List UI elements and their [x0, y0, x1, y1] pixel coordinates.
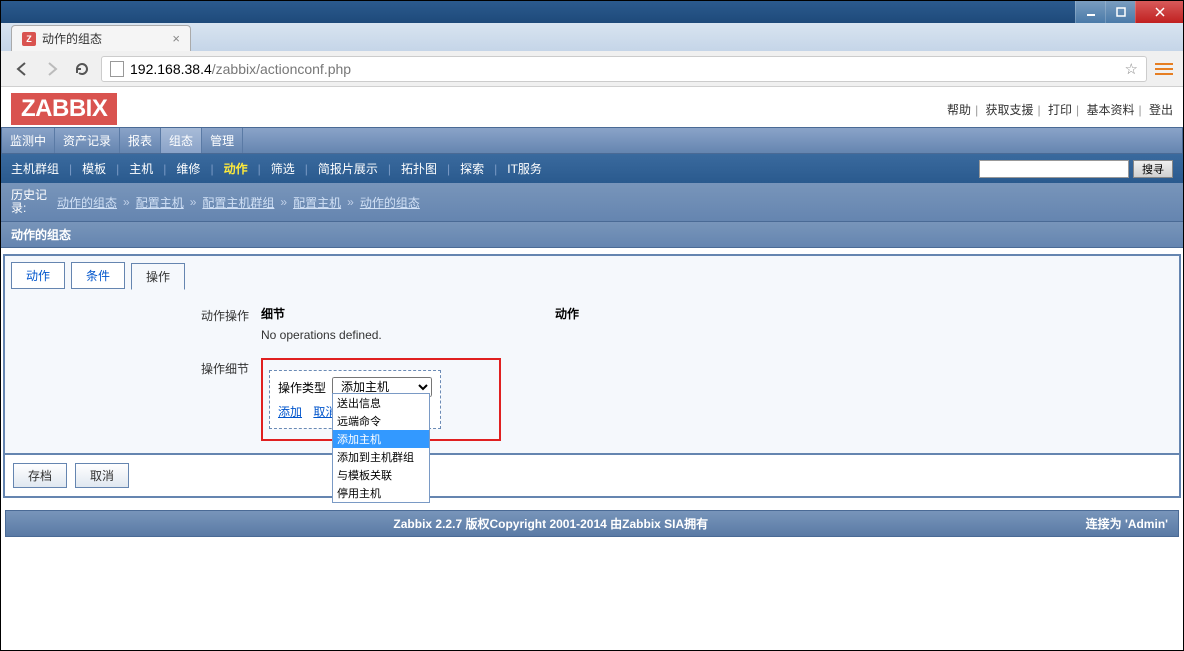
browser-tab-strip: Z 动作的组态 ×	[1, 23, 1183, 51]
nav2-item[interactable]: 维修	[176, 158, 200, 179]
tab-close-icon[interactable]: ×	[172, 31, 180, 46]
secondary-nav: 主机群组| 模板| 主机| 维修| 动作| 筛选| 简报片展示| 拓扑图| 探索…	[1, 154, 1183, 183]
col-action: 动作	[555, 305, 579, 322]
url-text: 192.168.38.4/zabbix/actionconf.php	[130, 61, 351, 77]
link-support[interactable]: 获取支援	[986, 103, 1034, 117]
link-print[interactable]: 打印	[1048, 103, 1072, 117]
breadcrumb-link[interactable]: 动作的组态	[57, 194, 117, 211]
nav2-item[interactable]: IT服务	[507, 158, 542, 179]
cancel-button[interactable]: 取消	[75, 463, 129, 488]
config-panel: 动作 条件 操作 动作操作 细节 动作 No operations define…	[3, 254, 1181, 455]
nav2-item[interactable]: 拓扑图	[401, 158, 437, 179]
breadcrumb-link[interactable]: 动作的组态	[360, 194, 420, 211]
nav1-item[interactable]: 管理	[202, 128, 243, 153]
row-operation-detail: 操作细节 操作类型 添加主机 添加 取消	[11, 352, 1173, 447]
breadcrumb-label: 历史记录:	[11, 189, 51, 215]
primary-nav: 监测中 资产记录 报表 组态 管理	[1, 127, 1183, 154]
address-bar[interactable]: 192.168.38.4/zabbix/actionconf.php ☆	[101, 56, 1147, 82]
breadcrumb: 历史记录: 动作的组态» 配置主机» 配置主机群组» 配置主机» 动作的组态	[1, 183, 1183, 221]
browser-tab[interactable]: Z 动作的组态 ×	[11, 25, 191, 51]
label-op-detail: 操作细节	[11, 358, 261, 441]
tab-title: 动作的组态	[42, 30, 102, 47]
label-action-ops: 动作操作	[11, 305, 261, 346]
option-send-message[interactable]: 送出信息	[333, 394, 429, 412]
breadcrumb-link[interactable]: 配置主机群组	[202, 194, 274, 211]
search-box: 搜寻	[979, 160, 1173, 178]
footer: Zabbix 2.2.7 版权Copyright 2001-2014 由Zabb…	[5, 510, 1179, 537]
footer-status: 连接为 'Admin'	[1086, 515, 1168, 532]
option-disable-host[interactable]: 停用主机	[333, 484, 429, 502]
option-link-template[interactable]: 与模板关联	[333, 466, 429, 484]
section-title: 动作的组态	[1, 221, 1183, 248]
window-minimize-button[interactable]	[1075, 1, 1105, 23]
option-add-to-hostgroup[interactable]: 添加到主机群组	[333, 448, 429, 466]
save-button[interactable]: 存档	[13, 463, 67, 488]
option-remote-command[interactable]: 远端命令	[333, 412, 429, 430]
link-logout[interactable]: 登出	[1149, 103, 1173, 117]
nav1-item[interactable]: 组态	[161, 128, 202, 153]
tab-action[interactable]: 动作	[11, 262, 65, 289]
window-close-button[interactable]	[1135, 1, 1183, 23]
ops-empty-text: No operations defined.	[261, 324, 1173, 346]
zabbix-logo: ZABBIX	[11, 93, 117, 125]
nav1-item[interactable]: 报表	[120, 128, 161, 153]
nav2-item[interactable]: 动作	[224, 158, 248, 179]
nav1-item[interactable]: 资产记录	[55, 128, 120, 153]
breadcrumb-link[interactable]: 配置主机	[293, 194, 341, 211]
zabbix-favicon: Z	[22, 32, 36, 46]
nav2-item[interactable]: 模板	[82, 158, 106, 179]
nav2-item[interactable]: 探索	[460, 158, 484, 179]
bookmark-star-icon[interactable]: ☆	[1125, 60, 1138, 78]
page-icon	[110, 61, 124, 77]
nav2-item[interactable]: 主机群组	[11, 158, 59, 179]
operation-type-dropdown: 送出信息 远端命令 添加主机 添加到主机群组 与模板关联 停用主机	[332, 393, 430, 503]
app-header: ZABBIX 帮助| 获取支援| 打印| 基本资料| 登出	[1, 87, 1183, 127]
breadcrumb-link[interactable]: 配置主机	[136, 194, 184, 211]
link-profile[interactable]: 基本资料	[1087, 103, 1135, 117]
nav2-item[interactable]: 主机	[129, 158, 153, 179]
ops-table-header: 细节 动作	[261, 305, 1173, 322]
link-add-operation[interactable]: 添加	[278, 405, 302, 419]
link-help[interactable]: 帮助	[947, 103, 971, 117]
browser-menu-button[interactable]	[1155, 63, 1173, 75]
panel-tabs: 动作 条件 操作	[11, 262, 1173, 289]
nav2-item[interactable]: 筛选	[271, 158, 295, 179]
search-button[interactable]: 搜寻	[1133, 160, 1173, 178]
highlight-box: 操作类型 添加主机 添加 取消 送出信息 远端命令 添加主	[261, 358, 501, 441]
window-maximize-button[interactable]	[1105, 1, 1135, 23]
nav2-item[interactable]: 简报片展示	[318, 158, 378, 179]
browser-toolbar: 192.168.38.4/zabbix/actionconf.php ☆	[1, 51, 1183, 87]
tab-operation[interactable]: 操作	[131, 263, 185, 290]
row-action-operations: 动作操作 细节 动作 No operations defined.	[11, 299, 1173, 352]
col-detail: 细节	[261, 305, 285, 322]
top-links: 帮助| 获取支援| 打印| 基本资料| 登出	[947, 101, 1173, 118]
nav-back-button[interactable]	[11, 58, 33, 80]
main-content: 动作 条件 操作 动作操作 细节 动作 No operations define…	[1, 248, 1183, 543]
nav-reload-button[interactable]	[71, 58, 93, 80]
option-add-host[interactable]: 添加主机	[333, 430, 429, 448]
label-optype: 操作类型	[278, 379, 326, 396]
search-input[interactable]	[979, 160, 1129, 178]
form-actions: 存档 取消	[3, 455, 1181, 498]
nav1-item[interactable]: 监测中	[2, 128, 55, 153]
nav-forward-button[interactable]	[41, 58, 63, 80]
tab-condition[interactable]: 条件	[71, 262, 125, 289]
window-titlebar	[1, 1, 1183, 23]
footer-copyright: Zabbix 2.2.7 版权Copyright 2001-2014 由Zabb…	[16, 515, 1086, 532]
